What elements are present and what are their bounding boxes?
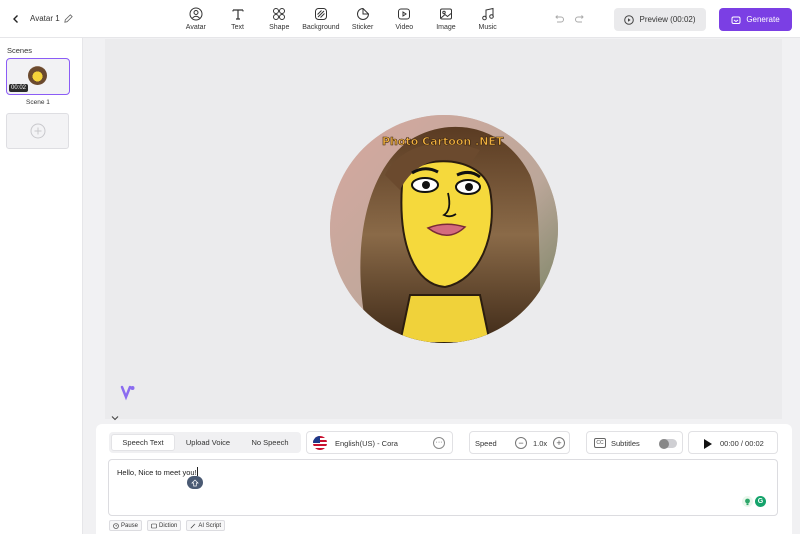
background-icon (314, 8, 327, 20)
tool-label: Text (231, 24, 244, 31)
brand-logo-icon (120, 385, 135, 401)
scenes-sidebar: Scenes 00:02 Scene 1 (0, 38, 83, 534)
speed-increase-button[interactable]: + (553, 437, 565, 449)
shape-icon (273, 8, 286, 20)
play-icon (704, 439, 712, 449)
tool-avatar[interactable]: Avatar (175, 5, 217, 31)
image-icon (439, 8, 452, 20)
arrow-up-icon (191, 479, 199, 486)
collapse-panel-button[interactable] (105, 413, 125, 423)
tab-upload-voice[interactable]: Upload Voice (177, 432, 239, 453)
scene-card[interactable]: 00:02 (6, 58, 70, 95)
diction-chip[interactable]: Diction (147, 520, 182, 531)
diction-icon (151, 523, 157, 528)
avatar-watermark-text: Photo Cartoon .NET (382, 135, 504, 148)
play-circle-icon (624, 14, 635, 25)
ai-script-chip[interactable]: AI Script (186, 520, 226, 531)
speed-value: 1.0x (533, 439, 548, 448)
voice-selector[interactable]: English(US) - Cora ··· (306, 431, 453, 454)
clock-icon (113, 522, 119, 529)
tool-label: Image (436, 24, 456, 31)
us-flag-icon (313, 436, 327, 450)
music-icon (481, 7, 494, 21)
pause-chip[interactable]: Pause (109, 520, 143, 531)
subtitles-label: Subtitles (611, 439, 640, 448)
tool-label: Shape (269, 24, 290, 31)
speed-decrease-button[interactable]: − (515, 437, 527, 449)
speech-text-content: Hello, Nice to meet you! (117, 468, 197, 477)
tool-video[interactable]: Video (383, 5, 425, 31)
insert-marker-button[interactable] (187, 476, 203, 489)
plus-circle-icon (30, 123, 45, 139)
scene-thumbnail (28, 66, 47, 85)
lightbulb-icon[interactable] (742, 496, 753, 507)
chip-label: Diction (159, 522, 178, 529)
text-caret (196, 467, 198, 476)
avatar-icon (189, 7, 203, 21)
tool-music[interactable]: Music (467, 5, 509, 31)
editor-canvas[interactable]: Photo Cartoon .NET (105, 39, 782, 419)
back-button[interactable] (8, 11, 24, 27)
speech-text-input[interactable]: Hello, Nice to meet you! G (108, 459, 778, 516)
sticker-icon (356, 7, 369, 20)
extension-icons: G (742, 496, 766, 507)
scene-duration: 00:02 (9, 84, 29, 92)
speed-label: Speed (475, 439, 497, 448)
preview-label: Preview (00:02) (639, 15, 696, 24)
generate-icon (731, 16, 741, 24)
scene-name: Scene 1 (26, 99, 50, 106)
top-bar: Avatar 1 Avatar Text Shape Background St… (0, 0, 800, 38)
tool-text[interactable]: Text (217, 5, 259, 31)
play-audio-button[interactable]: 00:00 / 00:02 (688, 431, 778, 454)
tool-label: Sticker (351, 24, 374, 31)
toolbar: Avatar Text Shape Background Sticker Vid… (175, 5, 509, 31)
voice-name: English(US) - Cora (335, 439, 398, 448)
add-scene-button[interactable] (6, 113, 69, 149)
tool-image[interactable]: Image (425, 5, 467, 31)
generate-button[interactable]: Generate (719, 8, 792, 31)
tab-speech-text[interactable]: Speech Text (111, 434, 175, 451)
undo-icon[interactable] (553, 13, 565, 25)
speech-mode-tabs: Speech Text Upload Voice No Speech (109, 432, 301, 453)
tool-label: Avatar (185, 24, 206, 31)
tool-label: Video (395, 24, 414, 31)
tool-background[interactable]: Background (300, 5, 342, 31)
generate-label: Generate (746, 15, 780, 24)
chip-label: AI Script (198, 522, 222, 529)
tab-no-speech[interactable]: No Speech (239, 432, 301, 453)
project-title: Avatar 1 (30, 14, 60, 23)
chevron-left-icon (13, 15, 18, 23)
cartoon-avatar-illustration: Photo Cartoon .NET (330, 115, 558, 343)
preview-button[interactable]: Preview (00:02) (614, 8, 706, 31)
chevron-down-icon (111, 416, 119, 421)
scenes-title: Scenes (7, 46, 33, 55)
subtitles-control: CC Subtitles (586, 431, 683, 454)
chip-label: Pause (121, 522, 139, 529)
tool-shape[interactable]: Shape (258, 5, 300, 31)
avatar-image[interactable]: Photo Cartoon .NET (330, 115, 558, 343)
magic-wand-icon (190, 522, 196, 528)
text-icon (232, 9, 244, 20)
redo-icon[interactable] (574, 13, 586, 25)
tool-label: Background (302, 24, 340, 31)
playback-time: 00:00 / 00:02 (720, 439, 764, 448)
tool-sticker[interactable]: Sticker (342, 5, 384, 31)
speech-panel: Speech Text Upload Voice No Speech Engli… (96, 424, 792, 534)
speech-tools: Pause Diction AI Script (109, 520, 226, 531)
edit-title-icon[interactable] (63, 13, 74, 24)
closed-captions-icon: CC (594, 438, 606, 448)
speed-control: Speed − 1.0x + (469, 431, 570, 454)
more-options-icon[interactable]: ··· (433, 437, 445, 449)
grammarly-icon[interactable]: G (755, 496, 766, 507)
video-icon (398, 8, 411, 20)
tool-label: Music (478, 24, 497, 31)
subtitles-toggle[interactable] (659, 438, 677, 449)
